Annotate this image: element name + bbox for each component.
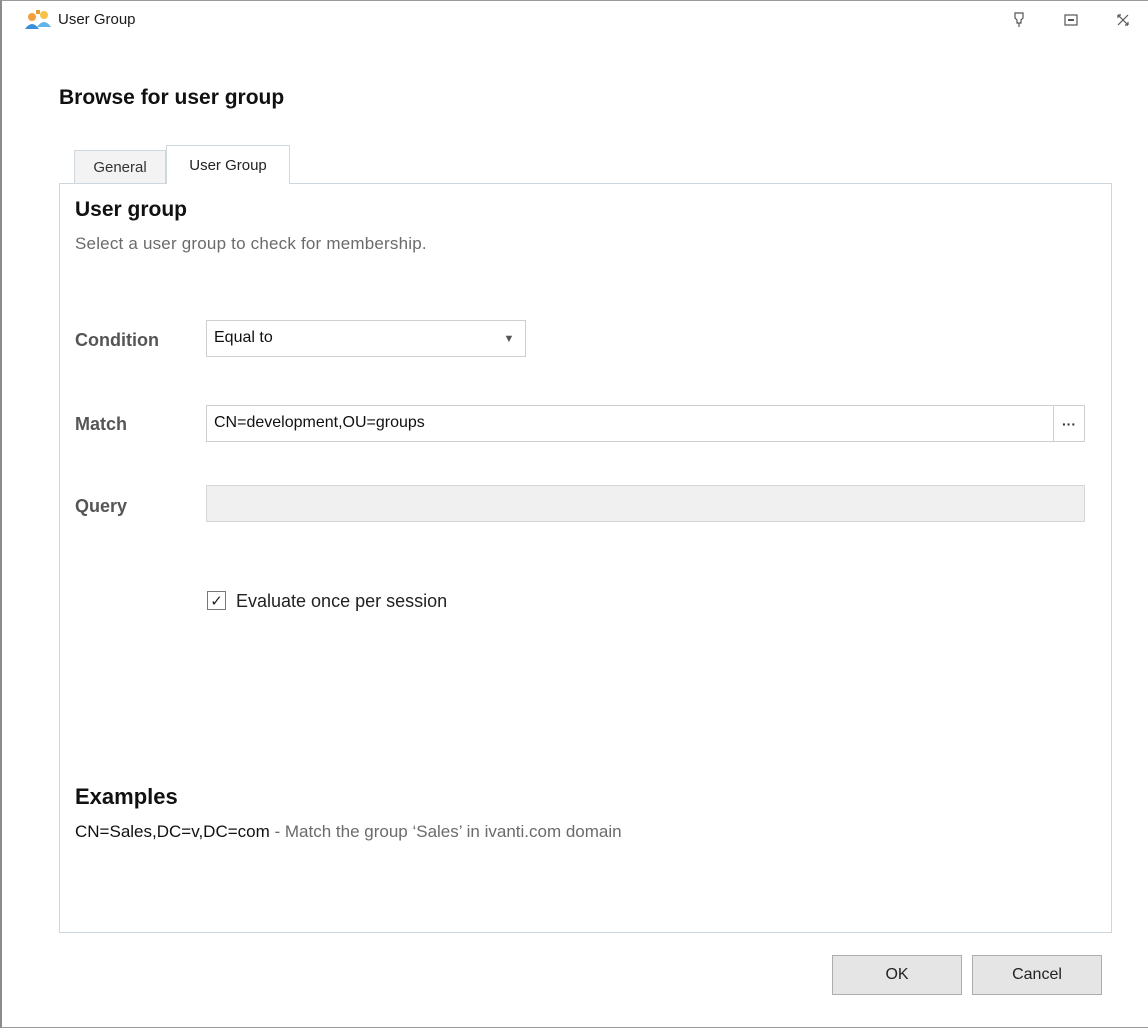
example-description: - Match the group ‘Sales’ in ivanti.com … <box>269 822 622 841</box>
tab-panel <box>59 183 1112 933</box>
tab-user-group[interactable]: User Group <box>166 145 290 184</box>
close-icon[interactable] <box>1110 7 1136 33</box>
window-title: User Group <box>58 11 136 28</box>
match-input[interactable]: CN=development,OU=groups ··· <box>206 405 1085 442</box>
condition-select[interactable]: Equal to ▼ <box>206 320 526 357</box>
condition-value: Equal to <box>214 329 273 346</box>
restore-icon[interactable] <box>1058 7 1084 33</box>
ok-button[interactable]: OK <box>832 955 962 995</box>
evaluate-once-label[interactable]: Evaluate once per session <box>236 591 447 612</box>
checkmark-icon: ✓ <box>210 592 223 610</box>
example-line: CN=Sales,DC=v,DC=com - Match the group ‘… <box>75 822 622 842</box>
evaluate-once-checkbox[interactable]: ✓ <box>207 591 226 610</box>
user-group-icon <box>24 9 52 31</box>
title-bar: User Group <box>2 1 1148 37</box>
browse-button[interactable]: ··· <box>1053 406 1084 441</box>
examples-title: Examples <box>75 784 178 809</box>
dropdown-arrow-icon[interactable]: ▼ <box>493 321 525 356</box>
dialog-heading: Browse for user group <box>59 86 285 109</box>
query-input[interactable] <box>206 485 1085 522</box>
section-subtitle: Select a user group to check for members… <box>75 234 427 253</box>
condition-label: Condition <box>75 330 159 350</box>
dialog-window: User Group Browse for user group General… <box>0 0 1148 1028</box>
match-label: Match <box>75 414 128 434</box>
match-value: CN=development,OU=groups <box>214 414 425 431</box>
section-title: User group <box>75 198 188 221</box>
pin-icon[interactable] <box>1006 7 1032 33</box>
query-label: Query <box>75 496 128 516</box>
example-code: CN=Sales,DC=v,DC=com <box>75 822 270 841</box>
cancel-button[interactable]: Cancel <box>972 955 1102 995</box>
tab-general[interactable]: General <box>74 150 166 183</box>
